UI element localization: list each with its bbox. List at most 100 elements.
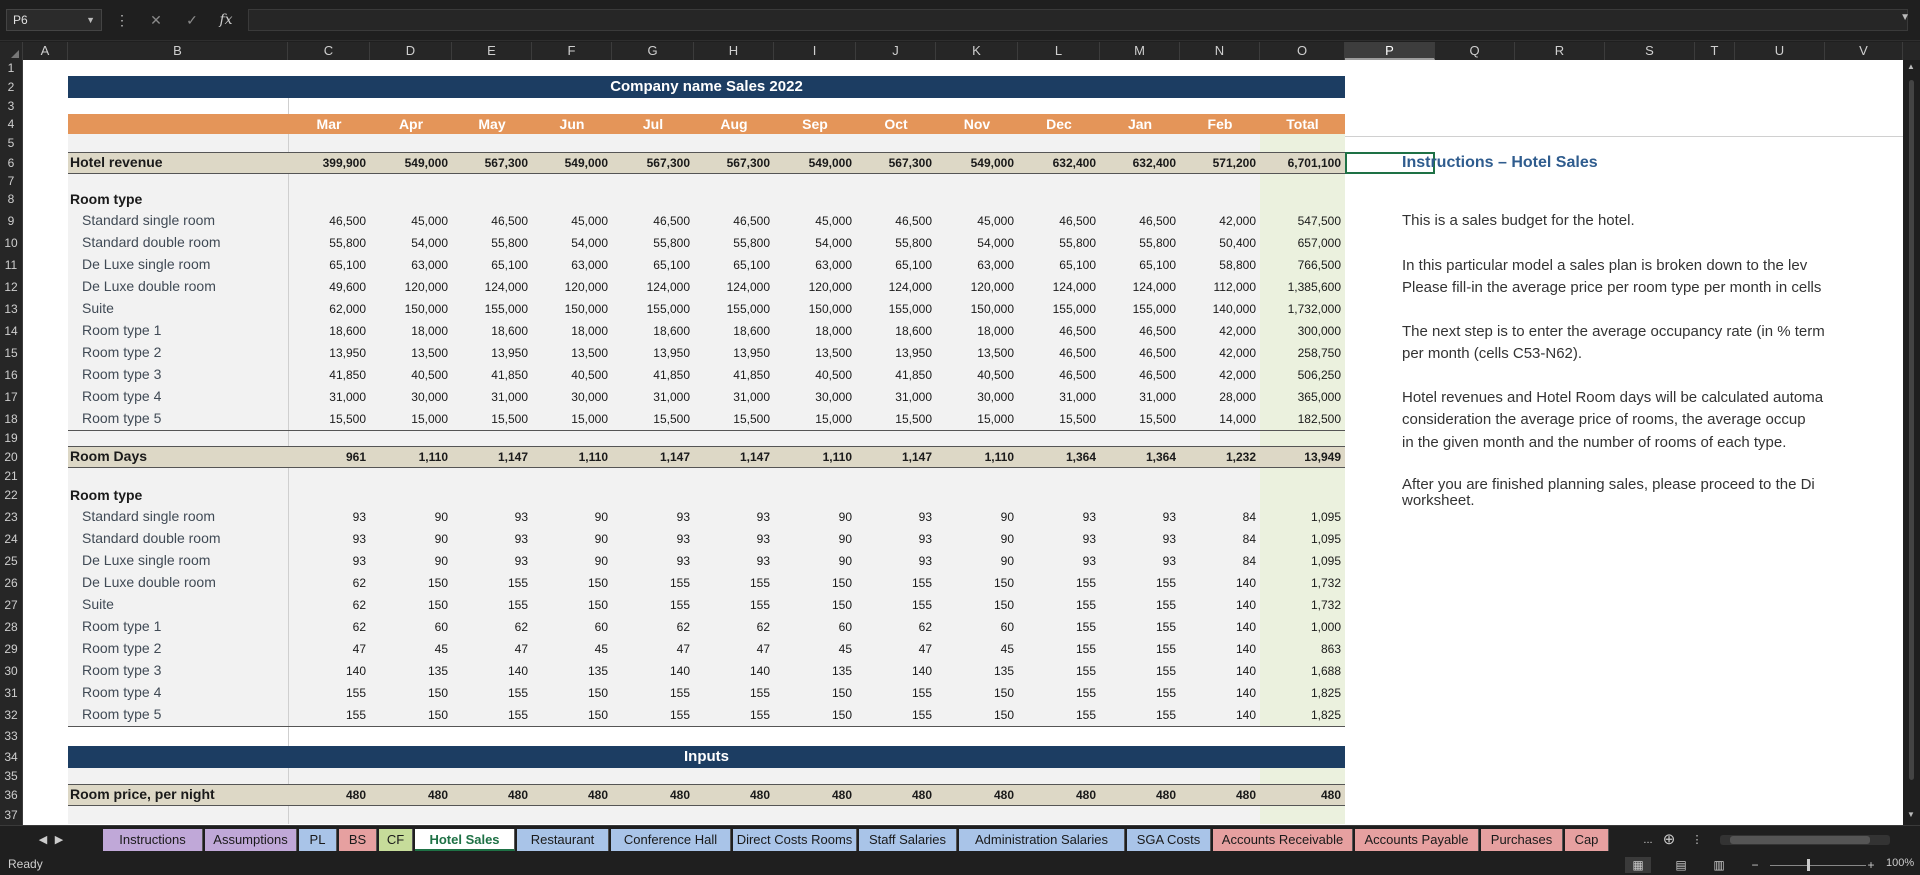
hotel-revenue-value[interactable]: 632,400 — [1018, 156, 1096, 170]
revenue-row-value[interactable]: 13,500 — [370, 346, 448, 360]
revenue-row-value[interactable]: 65,100 — [694, 258, 770, 272]
revenue-row-value[interactable]: 155,000 — [612, 302, 690, 316]
days-row-value[interactable]: 155 — [452, 598, 528, 612]
revenue-row-value[interactable]: 15,500 — [452, 412, 528, 426]
revenue-row-value[interactable]: 150,000 — [936, 302, 1014, 316]
column-header-t[interactable]: T — [1695, 42, 1735, 60]
days-row-value[interactable]: 90 — [532, 510, 608, 524]
row-header-22[interactable]: 22 — [0, 484, 22, 506]
revenue-row-value[interactable]: 55,800 — [856, 236, 932, 250]
sheet-tab-accounts-payable[interactable]: Accounts Payable — [1355, 829, 1479, 851]
days-row-value[interactable]: 93 — [694, 510, 770, 524]
days-row-value[interactable]: 155 — [694, 598, 770, 612]
revenue-row-value[interactable]: 13,500 — [774, 346, 852, 360]
revenue-row-value[interactable]: 155,000 — [856, 302, 932, 316]
days-row-value[interactable]: 45 — [370, 642, 448, 656]
revenue-row-value[interactable]: 182,500 — [1260, 412, 1341, 426]
days-row-value[interactable]: 60 — [532, 620, 608, 634]
revenue-row-value[interactable]: 15,500 — [1100, 412, 1176, 426]
row-header-21[interactable]: 21 — [0, 468, 22, 484]
normal-view-icon[interactable]: ▦ — [1625, 857, 1651, 873]
days-row-value[interactable]: 150 — [370, 576, 448, 590]
days-row-value[interactable]: 155 — [288, 708, 366, 722]
hotel-revenue-value[interactable]: 571,200 — [1180, 156, 1256, 170]
revenue-row-value[interactable]: 55,800 — [288, 236, 366, 250]
days-row-value[interactable]: 150 — [532, 598, 608, 612]
days-row-value[interactable]: 60 — [936, 620, 1014, 634]
scroll-up-icon[interactable]: ▲ — [1907, 62, 1915, 71]
revenue-row-value[interactable]: 45,000 — [532, 214, 608, 228]
room-price-value[interactable]: 480 — [288, 788, 366, 802]
column-header-b[interactable]: B — [68, 42, 288, 60]
revenue-row-value[interactable]: 15,500 — [612, 412, 690, 426]
chevron-down-icon[interactable]: ▼ — [86, 10, 95, 30]
revenue-row-value[interactable]: 45,000 — [936, 214, 1014, 228]
horizontal-scrollbar[interactable] — [1720, 835, 1890, 845]
room-days-value[interactable]: 1,147 — [694, 450, 770, 464]
column-header-s[interactable]: S — [1605, 42, 1695, 60]
revenue-row-value[interactable]: 46,500 — [1018, 324, 1096, 338]
days-row-value[interactable]: 140 — [288, 664, 366, 678]
days-row-value[interactable]: 155 — [856, 576, 932, 590]
revenue-row-value[interactable]: 155,000 — [694, 302, 770, 316]
row-header-23[interactable]: 23 — [0, 506, 22, 528]
room-price-value[interactable]: 480 — [1100, 788, 1176, 802]
row-header-8[interactable]: 8 — [0, 188, 22, 210]
column-header-e[interactable]: E — [452, 42, 532, 60]
column-header-m[interactable]: M — [1100, 42, 1180, 60]
days-row-value[interactable]: 155 — [1100, 708, 1176, 722]
revenue-row-value[interactable]: 63,000 — [370, 258, 448, 272]
days-row-value[interactable]: 140 — [1180, 620, 1256, 634]
revenue-row-value[interactable]: 45,000 — [774, 214, 852, 228]
days-row-value[interactable]: 1,825 — [1260, 708, 1341, 722]
zoom-slider-thumb[interactable] — [1807, 859, 1810, 871]
revenue-row-value[interactable]: 40,500 — [936, 368, 1014, 382]
room-days-value[interactable]: 1,147 — [452, 450, 528, 464]
revenue-row-value[interactable]: 46,500 — [1100, 368, 1176, 382]
days-row-value[interactable]: 93 — [1018, 554, 1096, 568]
hotel-revenue-value[interactable]: 549,000 — [774, 156, 852, 170]
row-header-15[interactable]: 15 — [0, 342, 22, 364]
days-row-value[interactable]: 140 — [1180, 686, 1256, 700]
column-header-p[interactable]: P — [1345, 42, 1435, 60]
sheet-tab-restaurant[interactable]: Restaurant — [517, 829, 609, 851]
row-header-12[interactable]: 12 — [0, 276, 22, 298]
days-row-value[interactable]: 45 — [532, 642, 608, 656]
hotel-revenue-value[interactable]: 549,000 — [532, 156, 608, 170]
hotel-revenue-value[interactable]: 567,300 — [856, 156, 932, 170]
row-header-33[interactable]: 33 — [0, 726, 22, 746]
days-row-value[interactable]: 84 — [1180, 510, 1256, 524]
revenue-row-value[interactable]: 40,500 — [774, 368, 852, 382]
days-row-value[interactable]: 150 — [774, 576, 852, 590]
days-row-value[interactable]: 47 — [856, 642, 932, 656]
revenue-row-value[interactable]: 65,100 — [288, 258, 366, 272]
revenue-row-value[interactable]: 140,000 — [1180, 302, 1256, 316]
revenue-row-value[interactable]: 124,000 — [612, 280, 690, 294]
revenue-row-value[interactable]: 55,800 — [1018, 236, 1096, 250]
days-row-value[interactable]: 47 — [452, 642, 528, 656]
room-days-value[interactable]: 1,232 — [1180, 450, 1256, 464]
days-row-value[interactable]: 93 — [1100, 554, 1176, 568]
days-row-value[interactable]: 155 — [288, 686, 366, 700]
revenue-row-value[interactable]: 18,600 — [694, 324, 770, 338]
days-row-value[interactable]: 93 — [856, 510, 932, 524]
room-price-value[interactable]: 480 — [1260, 788, 1341, 802]
days-row-value[interactable]: 90 — [936, 510, 1014, 524]
revenue-row-value[interactable]: 54,000 — [532, 236, 608, 250]
room-days-value[interactable]: 1,110 — [936, 450, 1014, 464]
revenue-row-value[interactable]: 49,600 — [288, 280, 366, 294]
revenue-row-value[interactable]: 42,000 — [1180, 368, 1256, 382]
revenue-row-value[interactable]: 55,800 — [452, 236, 528, 250]
tab-more[interactable]: ... — [1638, 831, 1658, 849]
sheet-tab-conference-hall[interactable]: Conference Hall — [611, 829, 731, 851]
revenue-row-value[interactable]: 31,000 — [288, 390, 366, 404]
row-header-35[interactable]: 35 — [0, 768, 22, 784]
days-row-value[interactable]: 62 — [288, 598, 366, 612]
revenue-row-value[interactable]: 13,500 — [936, 346, 1014, 360]
zoom-in-icon[interactable]: + — [1862, 857, 1880, 873]
days-row-value[interactable]: 150 — [774, 708, 852, 722]
days-row-value[interactable]: 93 — [1100, 532, 1176, 546]
revenue-row-value[interactable]: 150,000 — [532, 302, 608, 316]
revenue-row-value[interactable]: 41,850 — [612, 368, 690, 382]
days-row-value[interactable]: 93 — [694, 532, 770, 546]
